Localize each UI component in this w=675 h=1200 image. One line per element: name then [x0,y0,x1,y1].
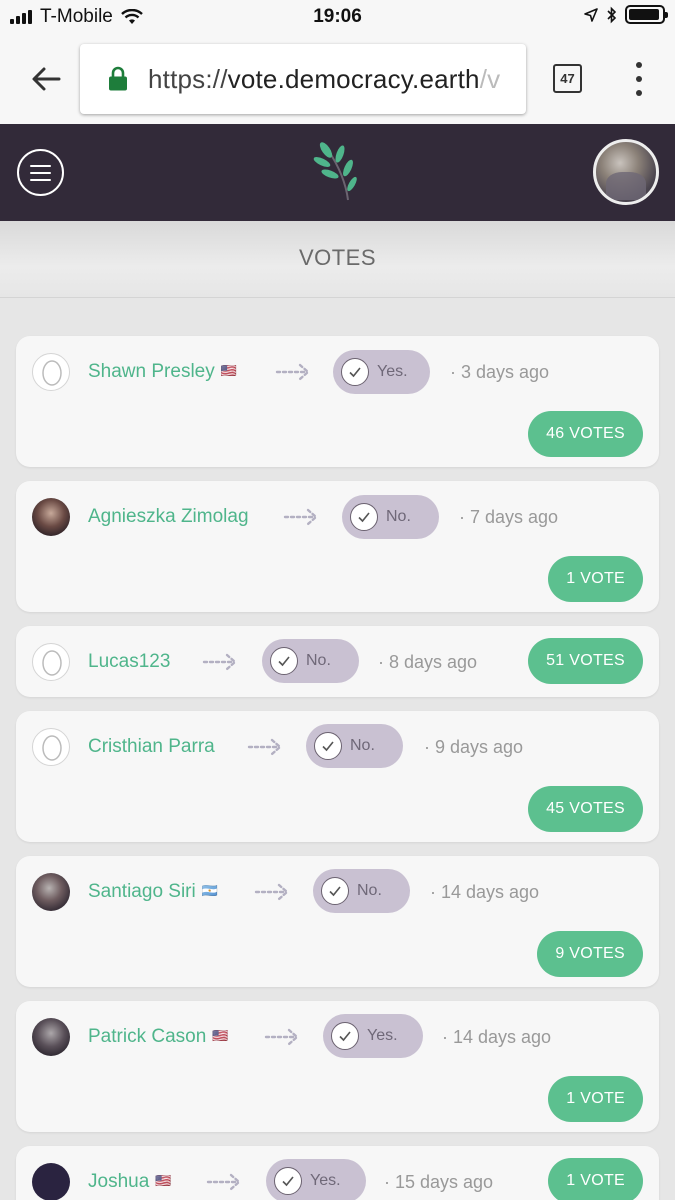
avatar[interactable] [32,498,70,536]
url-path: /v [479,64,501,94]
avatar[interactable] [32,1163,70,1200]
avatar-placeholder[interactable] [32,643,70,681]
choice-badge: No. [313,869,410,913]
check-icon [321,877,349,905]
vote-count-button[interactable]: 1 VOTE [548,1158,643,1200]
check-icon [270,647,298,675]
vote-timestamp: · 8 days ago [378,652,478,672]
vote-card[interactable]: Santiago Siri 🇦🇷 No. · 14 days ago 9 VOTE… [16,856,659,987]
app-header [0,124,675,221]
vote-timestamp: · 15 days ago [384,1172,494,1192]
location-arrow-icon [584,7,598,22]
vote-count-button[interactable]: 45 VOTES [528,786,643,832]
flag-icon: 🇺🇸 [212,1028,228,1043]
vote-card[interactable]: Shawn Presley 🇺🇸 Yes. · 3 days ago 46 VOT… [16,336,659,467]
user-avatar[interactable] [593,139,659,205]
choice-badge: Yes. [323,1014,423,1058]
voter-name[interactable]: Cristhian Parra [88,736,215,758]
vote-timestamp: · 3 days ago [450,362,550,382]
vote-timestamp: · 9 days ago [424,737,524,757]
voter-name[interactable]: Lucas123 [88,651,170,673]
tab-count-label: 47 [560,71,575,86]
person-outline-icon [42,650,62,676]
delegation-arrow-icon [283,508,318,526]
check-icon [350,503,378,531]
person-outline-icon [42,735,62,761]
voter-name[interactable]: Santiago Siri 🇦🇷 [88,881,218,903]
url-scheme: https:// [148,64,228,94]
voter-name[interactable]: Joshua 🇺🇸 [88,1171,171,1193]
delegation-arrow-icon [275,363,310,381]
vote-timestamp: · 14 days ago [442,1027,552,1047]
vote-timestamp: · 14 days ago [430,882,540,902]
avatar[interactable] [32,1018,70,1056]
check-icon [331,1022,359,1050]
vote-count-button[interactable]: 9 VOTES [537,931,643,977]
status-bar: T-Mobile 19:06 [0,0,675,34]
flag-icon: 🇦🇷 [201,883,218,898]
vote-card[interactable]: Agnieszka Zimolag No. · 7 days ago 1 VOT… [16,481,659,612]
vote-count-button[interactable]: 46 VOTES [528,411,643,457]
tab-switcher-button[interactable]: 47 [553,64,582,93]
flag-icon: 🇺🇸 [220,363,237,378]
voter-name[interactable]: Patrick Cason 🇺🇸 [88,1026,228,1048]
delegation-arrow-icon [206,1173,241,1191]
choice-badge: No. [262,639,359,683]
browser-toolbar: https://vote.democracy.earth/v 47 [0,34,675,124]
bluetooth-icon [607,6,617,23]
choice-badge: No. [306,724,403,768]
check-icon [274,1167,302,1195]
url-domain: vote.democracy.earth [227,64,480,94]
back-arrow-icon [32,67,61,91]
voter-name[interactable]: Agnieszka Zimolag [88,506,249,528]
url-text: https://vote.democracy.earth/v [148,64,500,95]
choice-badge: Yes. [333,350,430,394]
clock: 19:06 [313,6,362,27]
choice-badge: Yes. [266,1159,366,1200]
delegation-arrow-icon [202,653,237,671]
lock-icon [109,66,127,91]
delegation-arrow-icon [264,1028,299,1046]
choice-badge: No. [342,495,439,539]
vote-count-button[interactable]: 51 VOTES [528,638,643,684]
avatar-placeholder[interactable] [32,353,70,391]
person-outline-icon [42,360,62,386]
status-icons [584,5,668,24]
delegation-arrow-icon [247,738,282,756]
voter-name[interactable]: Shawn Presley 🇺🇸 [88,361,237,383]
vote-card[interactable]: Joshua 🇺🇸 Yes. · 15 days ago 1 VOTE [16,1146,659,1200]
avatar[interactable] [32,873,70,911]
flag-icon: 🇺🇸 [155,1173,171,1188]
battery-icon [625,5,668,24]
avatar-placeholder[interactable] [32,728,70,766]
address-bar[interactable]: https://vote.democracy.earth/v [80,44,526,114]
back-button[interactable] [26,59,66,99]
section-title: VOTES [298,245,377,270]
vote-count-button[interactable]: 1 VOTE [548,556,643,602]
vote-count-button[interactable]: 1 VOTE [548,1076,643,1122]
check-icon [341,358,369,386]
browser-menu-button[interactable] [630,62,648,96]
menu-button[interactable] [17,149,64,196]
vote-card[interactable]: Patrick Cason 🇺🇸 Yes. · 14 days ago 1 VOT… [16,1001,659,1132]
vote-card[interactable]: Lucas123 No. · 8 days ago 51 VOTES [16,626,659,697]
vote-timestamp: · 7 days ago [459,507,559,527]
delegation-arrow-icon [254,883,289,901]
vote-card[interactable]: Cristhian Parra No. · 9 days ago 45 VOTE… [16,711,659,842]
section-header: VOTES [0,221,675,298]
battery-level [629,9,660,20]
check-icon [314,732,342,760]
olive-branch-logo-icon[interactable] [310,140,366,202]
